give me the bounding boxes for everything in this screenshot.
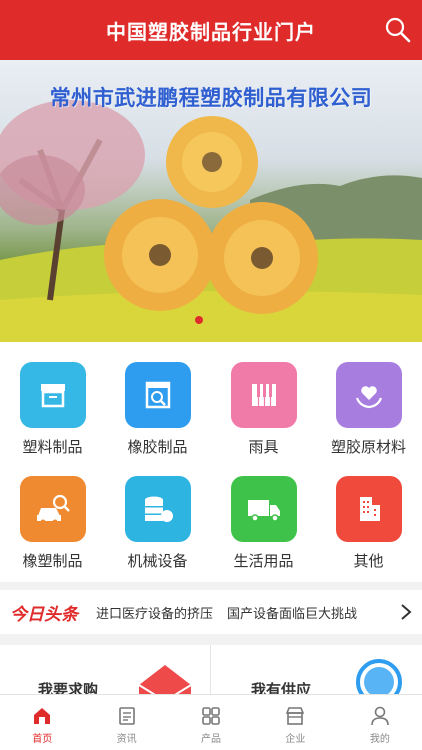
category-label: 其他 — [353, 552, 384, 570]
category-other[interactable]: 其他 — [316, 456, 421, 571]
building-icon — [335, 476, 402, 542]
category-daily-goods[interactable]: 生活用品 — [211, 456, 316, 571]
car-search-icon — [19, 476, 86, 542]
search-box-icon — [124, 362, 191, 428]
piano-icon — [230, 362, 297, 428]
category-grid: 塑料制品 橡胶制品 雨具 塑胶原材料 橡塑制品 机械设备 生活用品 其他 — [0, 342, 422, 582]
tab-enterprises[interactable]: 企业 — [253, 695, 337, 750]
tab-label: 我的 — [369, 734, 390, 745]
banner-caption: 常州市武进鹏程塑胶制品有限公司 — [49, 86, 373, 110]
search-icon[interactable] — [384, 16, 412, 44]
truck-icon — [230, 476, 297, 542]
app-header: 中国塑胶制品行业门户 — [0, 0, 422, 60]
news-icon — [118, 707, 135, 725]
store-icon — [286, 707, 305, 725]
category-plastic[interactable]: 塑料制品 — [0, 342, 105, 457]
banner-carousel[interactable]: 常州市武进鹏程塑胶制品有限公司 — [0, 60, 422, 342]
category-label: 生活用品 — [233, 552, 294, 570]
box-icon — [19, 362, 86, 428]
database-icon — [124, 476, 191, 542]
category-label: 机械设备 — [127, 552, 188, 570]
headline-tag: 今日头条 — [10, 604, 78, 625]
tab-label: 产品 — [201, 734, 222, 745]
tab-news[interactable]: 资讯 — [84, 695, 168, 750]
tab-label: 首页 — [32, 734, 53, 745]
category-rubber-plastic[interactable]: 橡塑制品 — [0, 456, 105, 571]
tab-products[interactable]: 产品 — [169, 695, 253, 750]
page-title: 中国塑胶制品行业门户 — [106, 19, 316, 44]
tab-label: 资讯 — [116, 734, 137, 745]
category-raw-materials[interactable]: 塑胶原材料 — [316, 342, 421, 457]
category-label: 雨具 — [248, 438, 279, 456]
bottom-tab-bar: 首页 资讯 产品 企业 我的 — [0, 694, 422, 750]
news-ticker[interactable]: 今日头条 进口医疗设备的挤压 国产设备面临巨大挑战 — [0, 590, 422, 634]
news-list: 进口医疗设备的挤压 国产设备面临巨大挑战 — [96, 603, 386, 622]
news-item[interactable]: 进口医疗设备的挤压 — [96, 603, 213, 622]
tab-home[interactable]: 首页 — [0, 695, 84, 750]
category-label: 橡胶制品 — [127, 438, 188, 456]
category-rubber[interactable]: 橡胶制品 — [105, 342, 210, 457]
grid-icon — [202, 707, 220, 725]
tab-label: 企业 — [285, 734, 306, 745]
category-label: 塑料制品 — [22, 438, 83, 456]
category-label: 橡塑制品 — [22, 552, 83, 570]
tab-profile[interactable]: 我的 — [338, 695, 422, 750]
user-icon — [371, 706, 389, 726]
chevron-right-icon[interactable] — [398, 602, 414, 622]
category-machinery[interactable]: 机械设备 — [105, 456, 210, 571]
category-rain-gear[interactable]: 雨具 — [211, 342, 316, 457]
home-icon — [34, 708, 51, 724]
carousel-indicator[interactable] — [195, 316, 203, 324]
category-label: 塑胶原材料 — [330, 438, 406, 456]
news-item[interactable]: 国产设备面临巨大挑战 — [227, 603, 357, 622]
heart-hand-icon — [335, 362, 402, 428]
